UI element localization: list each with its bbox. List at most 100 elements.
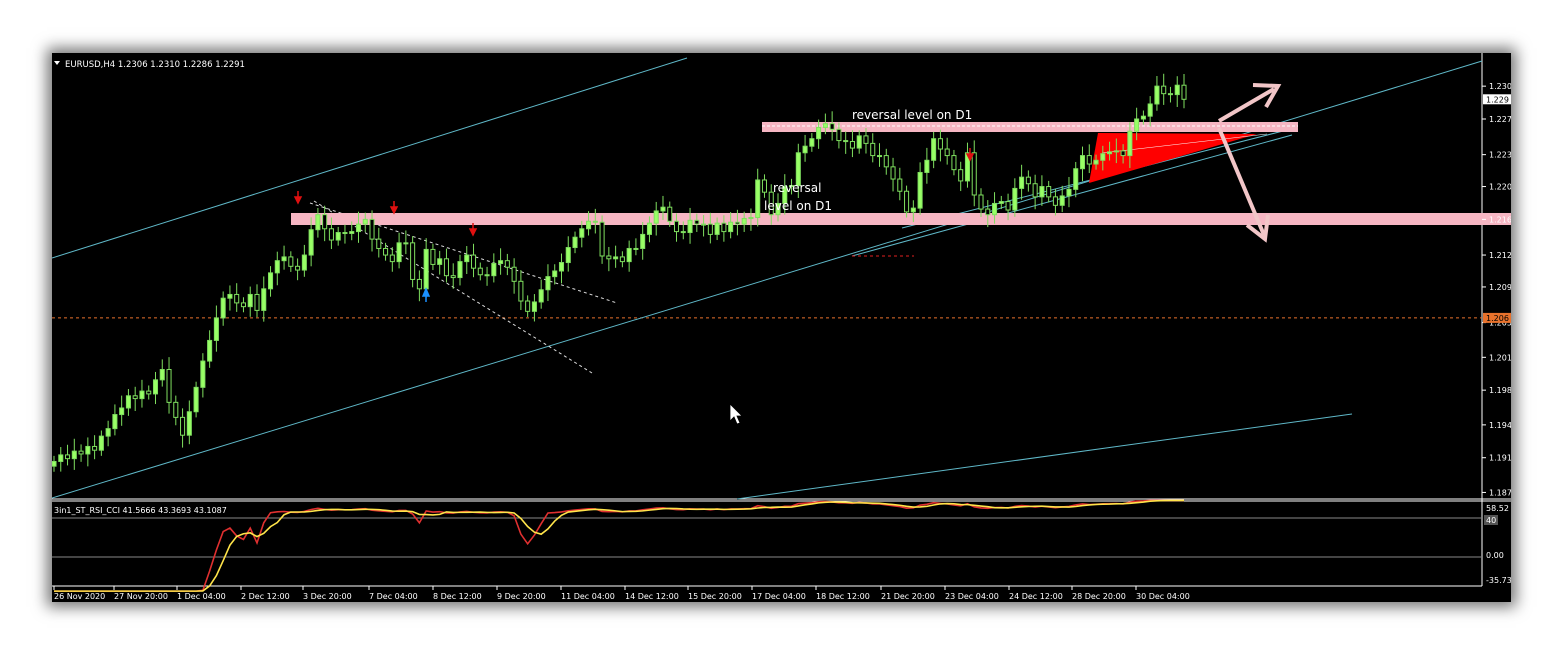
y-tick-label: 1.201 bbox=[1489, 353, 1511, 362]
candle bbox=[626, 240, 632, 272]
candle-body bbox=[552, 270, 558, 278]
indicator-title: 3in1_ST_RSI_CCI 41.5666 43.3693 43.1087 bbox=[54, 506, 227, 515]
candle-body bbox=[937, 138, 943, 150]
candle bbox=[518, 270, 524, 311]
candle-body bbox=[822, 123, 828, 128]
candle bbox=[139, 379, 145, 408]
candle bbox=[132, 386, 138, 411]
candle-body bbox=[565, 247, 571, 264]
candle-body bbox=[1161, 85, 1167, 95]
chart-title: EURUSD,H4 1.2306 1.2310 1.2286 1.2291 bbox=[65, 60, 245, 70]
candle bbox=[437, 250, 443, 275]
candle-body bbox=[971, 152, 977, 196]
candle bbox=[416, 270, 422, 302]
candle-body bbox=[701, 223, 707, 226]
candle-body bbox=[504, 260, 510, 268]
candle-body bbox=[349, 231, 355, 234]
candle-body bbox=[558, 262, 565, 272]
candle-body bbox=[985, 208, 991, 216]
candle-body bbox=[1059, 195, 1065, 206]
candle-body bbox=[139, 390, 145, 400]
candle-body bbox=[389, 254, 395, 263]
candle bbox=[633, 238, 639, 256]
sell-signal-arrow-icon bbox=[389, 201, 399, 215]
candle-body bbox=[335, 232, 341, 241]
candle-body bbox=[741, 217, 747, 225]
candle-body bbox=[112, 414, 118, 430]
candle-body bbox=[308, 229, 314, 256]
x-tick-label: 15 Dec 20:00 bbox=[688, 592, 742, 601]
candle-body bbox=[748, 217, 754, 220]
candle-body bbox=[579, 228, 585, 238]
candle bbox=[653, 201, 659, 236]
candle-body bbox=[322, 214, 328, 230]
candle-body bbox=[240, 302, 246, 308]
candle-body bbox=[910, 207, 916, 213]
candle bbox=[958, 161, 964, 192]
candle-body bbox=[1019, 176, 1025, 189]
candle bbox=[1086, 144, 1092, 174]
candle-body bbox=[152, 379, 159, 395]
lower-level-label-2: level on D1 bbox=[764, 199, 832, 213]
candle-body bbox=[707, 223, 713, 235]
price-chart[interactable]: 1.2301.2271.2231.2201.2161.2121.2091.205… bbox=[52, 53, 1511, 602]
candle-body bbox=[1167, 93, 1173, 96]
candle-body bbox=[890, 166, 896, 180]
candle bbox=[193, 381, 199, 418]
candle-body bbox=[863, 135, 869, 144]
candle-body bbox=[227, 293, 233, 299]
candle-body bbox=[1127, 130, 1133, 157]
candle bbox=[525, 295, 531, 317]
candle-body bbox=[166, 369, 172, 403]
candle bbox=[1046, 180, 1052, 203]
indicator-level-bottom: -35.73 bbox=[1486, 576, 1511, 585]
candle bbox=[843, 131, 849, 154]
candle bbox=[511, 258, 517, 294]
candle bbox=[281, 245, 287, 270]
x-tick-label: 28 Dec 20:00 bbox=[1072, 592, 1126, 601]
indicator-level-top: 58.52 bbox=[1486, 504, 1509, 513]
x-tick-label: 30 Dec 04:00 bbox=[1136, 592, 1190, 601]
candle-body bbox=[538, 289, 544, 303]
candle-body bbox=[328, 228, 334, 241]
candle-body bbox=[105, 428, 111, 437]
x-tick-label: 27 Nov 20:00 bbox=[114, 592, 168, 601]
candle bbox=[944, 137, 950, 165]
candle-body bbox=[944, 148, 950, 157]
candle bbox=[1073, 161, 1079, 198]
axis-layer: 1.2301.2271.2231.2201.2161.2121.2091.205… bbox=[53, 82, 1511, 601]
candle-body bbox=[362, 218, 368, 225]
candle-body bbox=[856, 135, 862, 149]
candle-body bbox=[1181, 84, 1187, 100]
candle-body bbox=[125, 395, 131, 409]
candle-body bbox=[613, 256, 619, 260]
candle-body bbox=[1174, 84, 1180, 96]
candle-body bbox=[132, 395, 138, 400]
candle bbox=[883, 148, 889, 175]
symbol-menu-icon[interactable] bbox=[54, 61, 60, 65]
candle bbox=[200, 353, 206, 398]
candle-body bbox=[146, 390, 152, 395]
candle-body bbox=[626, 247, 632, 263]
candle bbox=[1019, 164, 1025, 200]
candle-body bbox=[653, 210, 659, 224]
candle-body bbox=[92, 445, 98, 451]
candle bbox=[599, 215, 605, 264]
candle-body bbox=[904, 190, 910, 213]
marker-price-label: 1.206 bbox=[1486, 314, 1509, 323]
y-tick-label: 1.220 bbox=[1489, 183, 1511, 192]
x-tick-label: 24 Dec 12:00 bbox=[1009, 592, 1063, 601]
candle-body bbox=[876, 155, 883, 158]
candle bbox=[389, 247, 395, 272]
candle bbox=[213, 305, 219, 352]
candle bbox=[274, 251, 280, 286]
x-tick-label: 11 Dec 04:00 bbox=[561, 592, 615, 601]
candle bbox=[410, 236, 416, 288]
candle bbox=[572, 231, 578, 254]
candle-body bbox=[450, 275, 456, 279]
candle bbox=[870, 133, 876, 163]
candle bbox=[545, 264, 551, 302]
candle-body bbox=[71, 450, 77, 460]
candle-body bbox=[1079, 155, 1086, 170]
candle-body bbox=[633, 247, 639, 250]
